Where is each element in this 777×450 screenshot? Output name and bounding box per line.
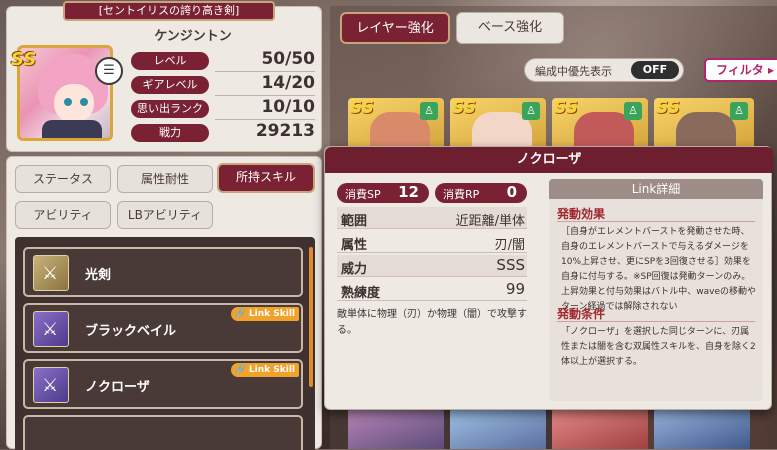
detail-row-power: 威力 SSS <box>337 255 527 277</box>
character-art <box>676 112 736 150</box>
person-icon: ♙ <box>730 102 748 120</box>
party-character-card[interactable]: SS ♙ <box>654 98 754 150</box>
detail-key: 威力 <box>341 262 368 277</box>
skill-name: ブラックベイル <box>85 324 177 339</box>
skill-name: ノクローザ <box>85 380 150 395</box>
crossed-swords-icon: ⚔ <box>42 263 59 284</box>
skill-list[interactable]: ⚔ 光剣 ⚔ ブラックベイル 🔗 Link Skill ⚔ ノクローザ 🔗 Li… <box>15 237 315 450</box>
tab-ability[interactable]: アビリティ <box>15 201 111 229</box>
rarity-badge: SS <box>554 98 578 118</box>
effect-title: 発動効果 <box>557 207 606 221</box>
detail-row-range: 範囲 近距離/単体 <box>337 207 527 229</box>
list-item[interactable]: ⚔ 光剣 <box>23 247 303 297</box>
portrait-body <box>42 120 102 138</box>
link-detail-title: Link詳細 <box>549 179 763 199</box>
rarity-badge: SS <box>452 98 476 118</box>
detail-value: 近距離/単体 <box>455 214 525 229</box>
detail-value: 刃/闇 <box>494 238 525 253</box>
crossed-swords-icon: ⚔ <box>42 375 59 396</box>
sp-cost: 消費SP 12 <box>337 183 429 203</box>
tab-status[interactable]: ステータス <box>15 165 111 193</box>
list-item[interactable] <box>23 415 303 450</box>
stat-level: レベル 50/50 <box>131 49 317 72</box>
character-title: [セントイリスの誇り高き剣] <box>63 1 275 21</box>
priority-switch[interactable]: OFF <box>631 61 679 79</box>
tab-lb-ability[interactable]: LBアビリティ <box>117 201 213 229</box>
skill-description: 敵単体に物理（刃）か物理（闇）で攻撃する。 <box>337 309 527 336</box>
link-skill-badge: 🔗 Link Skill <box>230 363 299 377</box>
party-character-card[interactable] <box>348 408 444 449</box>
sp-label: 消費SP <box>345 188 381 201</box>
detail-value: SSS <box>496 256 525 274</box>
party-character-card[interactable] <box>654 408 750 449</box>
stat-power: 戦力 29213 <box>131 121 317 143</box>
party-character-card[interactable]: SS ♙ <box>450 98 546 150</box>
party-character-card[interactable] <box>552 408 648 449</box>
rarity-badge: SS <box>350 98 374 118</box>
detail-value: 99 <box>505 280 525 298</box>
portrait-face <box>54 84 94 122</box>
condition-title: 発動条件 <box>557 307 606 321</box>
stat-label: 戦力 <box>131 124 209 142</box>
stat-label: 思い出ランク <box>131 100 209 118</box>
party-character-card[interactable] <box>450 408 546 449</box>
tab-element-resist[interactable]: 属性耐性 <box>117 165 213 193</box>
party-character-card[interactable]: SS ♙ <box>552 98 648 150</box>
person-icon: ♙ <box>624 102 642 120</box>
skill-panel: ステータス 属性耐性 所持スキル アビリティ LBアビリティ ⚔ 光剣 ⚔ ブラ… <box>6 156 322 450</box>
rp-label: 消費RP <box>443 188 480 201</box>
person-icon: ♙ <box>420 102 438 120</box>
link-detail-panel: Link詳細 発動効果 ［自身がエレメントバーストを発動させた時、自身のエレメン… <box>549 179 763 401</box>
stat-value: 14/20 <box>261 73 315 93</box>
stat-value: 29213 <box>255 121 315 141</box>
detail-row-proficiency: 熟練度 99 <box>337 279 527 301</box>
detail-row-element: 属性 刃/闇 <box>337 231 527 253</box>
rp-cost: 消費RP 0 <box>435 183 527 203</box>
scrollbar[interactable] <box>309 247 313 387</box>
crossed-swords-icon: ⚔ <box>42 319 59 340</box>
person-icon: ♙ <box>522 102 540 120</box>
character-card: [セントイリスの誇り高き剣] ケンジントン SS ☰ レベル 50/50 ギアレ… <box>6 1 322 152</box>
stat-value: 50/50 <box>261 49 315 69</box>
rarity-badge: SS <box>11 49 37 70</box>
effect-body: ［自身がエレメントバーストを発動させた時、自身のエレメントバーストで与えるダメー… <box>561 227 757 312</box>
priority-toggle[interactable]: 編成中優先表示 OFF <box>524 58 684 82</box>
party-character-card[interactable]: SS ♙ <box>348 98 444 150</box>
detail-key: 範囲 <box>341 214 368 229</box>
link-skill-badge: 🔗 Link Skill <box>230 307 299 321</box>
detail-key: 属性 <box>341 238 368 253</box>
skill-icon: ⚔ <box>33 311 69 347</box>
rp-value: 0 <box>506 183 517 201</box>
list-item[interactable]: ⚔ ブラックベイル 🔗 Link Skill <box>23 303 303 353</box>
tab-layer-enhance[interactable]: レイヤー強化 <box>340 12 450 44</box>
skill-detail-popup: ノクローザ 消費SP 12 消費RP 0 範囲 近距離/単体 属性 刃/闇 威力… <box>324 146 773 410</box>
priority-label: 編成中優先表示 <box>535 65 612 78</box>
portrait-eye <box>80 98 88 106</box>
stat-label: レベル <box>131 52 209 70</box>
skill-name: 光剣 <box>85 268 112 283</box>
popup-title: ノクローザ <box>325 147 773 173</box>
stat-gear-level: ギアレベル 14/20 <box>131 73 317 96</box>
skill-icon: ⚔ <box>33 255 69 291</box>
portrait-eye <box>64 98 72 106</box>
skill-icon: ⚔ <box>33 367 69 403</box>
filter-button[interactable]: フィルタ ▸ <box>704 58 777 82</box>
stat-label: ギアレベル <box>131 76 209 94</box>
character-name: ケンジントン <box>154 29 232 44</box>
filter-label: フィルタ <box>716 63 764 77</box>
tab-owned-skills[interactable]: 所持スキル <box>217 163 315 193</box>
rarity-badge: SS <box>656 98 680 118</box>
stat-memory-rank: 思い出ランク 10/10 <box>131 97 317 120</box>
chat-icon[interactable]: ☰ <box>95 57 123 85</box>
detail-key: 熟練度 <box>341 286 381 301</box>
condition-body: 「ノクローザ」を選択した同じターンに、刃属性または闇を含む双属性スキルを、自身を… <box>561 327 756 367</box>
tab-base-enhance[interactable]: ベース強化 <box>456 12 564 44</box>
sp-value: 12 <box>398 183 419 201</box>
list-item[interactable]: ⚔ ノクローザ 🔗 Link Skill <box>23 359 303 409</box>
stat-value: 10/10 <box>261 97 315 117</box>
